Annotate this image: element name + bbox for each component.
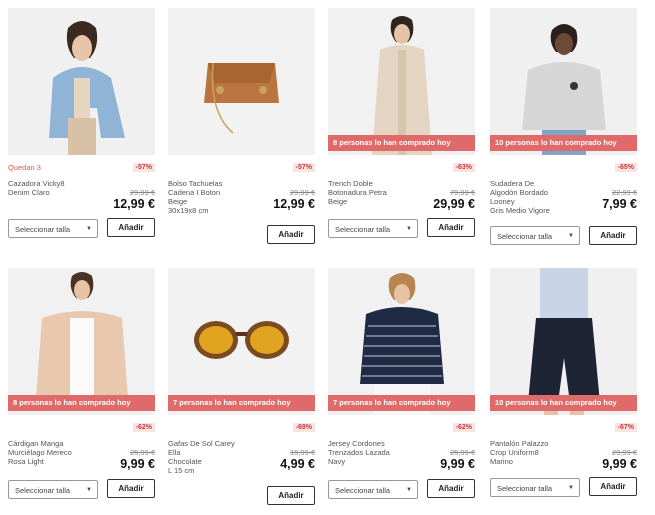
old-price: 15,99 €	[289, 448, 315, 457]
old-price: 25,99 €	[449, 448, 475, 457]
striped-sweater-photo	[328, 268, 475, 415]
size-select[interactable]: Seleccionar talla ▼	[8, 480, 98, 499]
purchase-banner: 10 personas lo han comprado hoy	[490, 395, 637, 411]
price: 9,99 €	[120, 457, 155, 471]
denim-jacket-photo	[8, 8, 155, 155]
size-select-label: Seleccionar talla	[335, 486, 391, 495]
add-button[interactable]: Añadir	[107, 479, 155, 498]
price: 9,99 €	[602, 457, 637, 471]
discount-badge: -69%	[292, 423, 315, 432]
product-card[interactable]: 8 personas lo han comprado hoy -62% Cárd…	[8, 268, 155, 499]
product-card[interactable]: 7 personas lo han comprado hoy -62% Jers…	[328, 268, 475, 499]
discount-badge: -65%	[614, 163, 637, 172]
size-select[interactable]: Seleccionar talla ▼	[490, 478, 580, 497]
old-price: 29,99 €	[289, 188, 315, 197]
product-name[interactable]: Cárdigan Manga Murciélago Mereco Rosa Li…	[8, 439, 96, 466]
product-image[interactable]	[8, 8, 155, 155]
product-image[interactable]: 7 personas lo han comprado hoy	[168, 268, 315, 415]
price: 9,99 €	[440, 457, 475, 471]
product-image[interactable]: 7 personas lo han comprado hoy	[328, 268, 475, 415]
purchase-banner: 8 personas lo han comprado hoy	[328, 135, 475, 151]
purchase-banner: 10 personas lo han comprado hoy	[490, 135, 637, 151]
add-button[interactable]: Añadir	[589, 226, 637, 245]
product-card[interactable]: 10 personas lo han comprado hoy -65% Sud…	[490, 8, 637, 245]
product-name[interactable]: Gafas De Sol Carey Ella Chocolate L 15 c…	[168, 439, 256, 475]
add-button[interactable]: Añadir	[427, 218, 475, 237]
product-card[interactable]: 8 personas lo han comprado hoy -63% Tren…	[328, 8, 475, 238]
product-card[interactable]: Quedan 3 -57% Cazadora Vicky8 Denim Clar…	[8, 8, 155, 238]
handbag-photo	[168, 8, 315, 155]
price: 7,99 €	[602, 197, 637, 211]
product-image[interactable]: 10 personas lo han comprado hoy	[490, 8, 637, 155]
discount-badge: -57%	[132, 163, 155, 172]
discount-badge: -62%	[452, 423, 475, 432]
chevron-down-icon: ▼	[568, 485, 574, 491]
price: 29,99 €	[433, 197, 475, 211]
sweatshirt-photo	[490, 8, 637, 155]
product-image[interactable]: 10 personas lo han comprado hoy	[490, 268, 637, 415]
old-price: 29,99 €	[129, 188, 155, 197]
price: 12,99 €	[113, 197, 155, 211]
cardigan-photo	[8, 268, 155, 415]
discount-badge: -67%	[614, 423, 637, 432]
product-card[interactable]: 10 personas lo han comprado hoy -67% Pan…	[490, 268, 637, 497]
add-button[interactable]: Añadir	[589, 477, 637, 496]
stock-label: Quedan 3	[8, 163, 41, 172]
product-card[interactable]: -57% Bolso Tachuelas Cadena I Boton Beig…	[168, 8, 315, 244]
product-image[interactable]: 8 personas lo han comprado hoy	[8, 268, 155, 415]
add-button[interactable]: Añadir	[107, 218, 155, 237]
add-button[interactable]: Añadir	[267, 486, 315, 505]
sunglasses-photo	[168, 268, 315, 415]
purchase-banner: 7 personas lo han comprado hoy	[328, 395, 475, 411]
chevron-down-icon: ▼	[86, 487, 92, 493]
discount-badge: -62%	[132, 423, 155, 432]
size-select[interactable]: Seleccionar talla ▼	[490, 226, 580, 245]
old-price: 79,99 €	[449, 188, 475, 197]
size-select[interactable]: Seleccionar talla ▼	[328, 219, 418, 238]
size-select-label: Seleccionar talla	[15, 225, 71, 234]
chevron-down-icon: ▼	[86, 226, 92, 232]
size-select[interactable]: Seleccionar talla ▼	[328, 480, 418, 499]
chevron-down-icon: ▼	[406, 226, 412, 232]
product-name[interactable]: Cazadora Vicky8 Denim Claro	[8, 179, 96, 197]
product-name[interactable]: Bolso Tachuelas Cadena I Boton Beige 30x…	[168, 179, 256, 215]
old-price: 25,99 €	[129, 448, 155, 457]
add-button[interactable]: Añadir	[267, 225, 315, 244]
product-name[interactable]: Trench Doble Botonadura Petra Beige	[328, 179, 416, 206]
purchase-banner: 7 personas lo han comprado hoy	[168, 395, 315, 411]
product-name[interactable]: Sudadera De Algodón Bordado Looney Gris …	[490, 179, 578, 215]
discount-badge: -57%	[292, 163, 315, 172]
price: 12,99 €	[273, 197, 315, 211]
old-price: 22,99 €	[611, 188, 637, 197]
product-name[interactable]: Jersey Cordones Trenzados Lazada Navy	[328, 439, 416, 466]
product-card[interactable]: 7 personas lo han comprado hoy -69% Gafa…	[168, 268, 315, 505]
size-select[interactable]: Seleccionar talla ▼	[8, 219, 98, 238]
size-select-label: Seleccionar talla	[497, 484, 553, 493]
palazzo-pants-photo	[490, 268, 637, 415]
old-price: 29,99 €	[611, 448, 637, 457]
size-select-label: Seleccionar talla	[15, 486, 71, 495]
chevron-down-icon: ▼	[406, 487, 412, 493]
size-select-label: Seleccionar talla	[335, 225, 391, 234]
size-select-label: Seleccionar talla	[497, 232, 553, 241]
product-image[interactable]	[168, 8, 315, 155]
purchase-banner: 8 personas lo han comprado hoy	[8, 395, 155, 411]
chevron-down-icon: ▼	[568, 233, 574, 239]
price: 4,99 €	[280, 457, 315, 471]
product-name[interactable]: Pantalón Palazzo Crop Uniform8 Marino	[490, 439, 578, 466]
add-button[interactable]: Añadir	[427, 479, 475, 498]
trench-coat-photo	[328, 8, 475, 155]
product-image[interactable]: 8 personas lo han comprado hoy	[328, 8, 475, 155]
discount-badge: -63%	[452, 163, 475, 172]
